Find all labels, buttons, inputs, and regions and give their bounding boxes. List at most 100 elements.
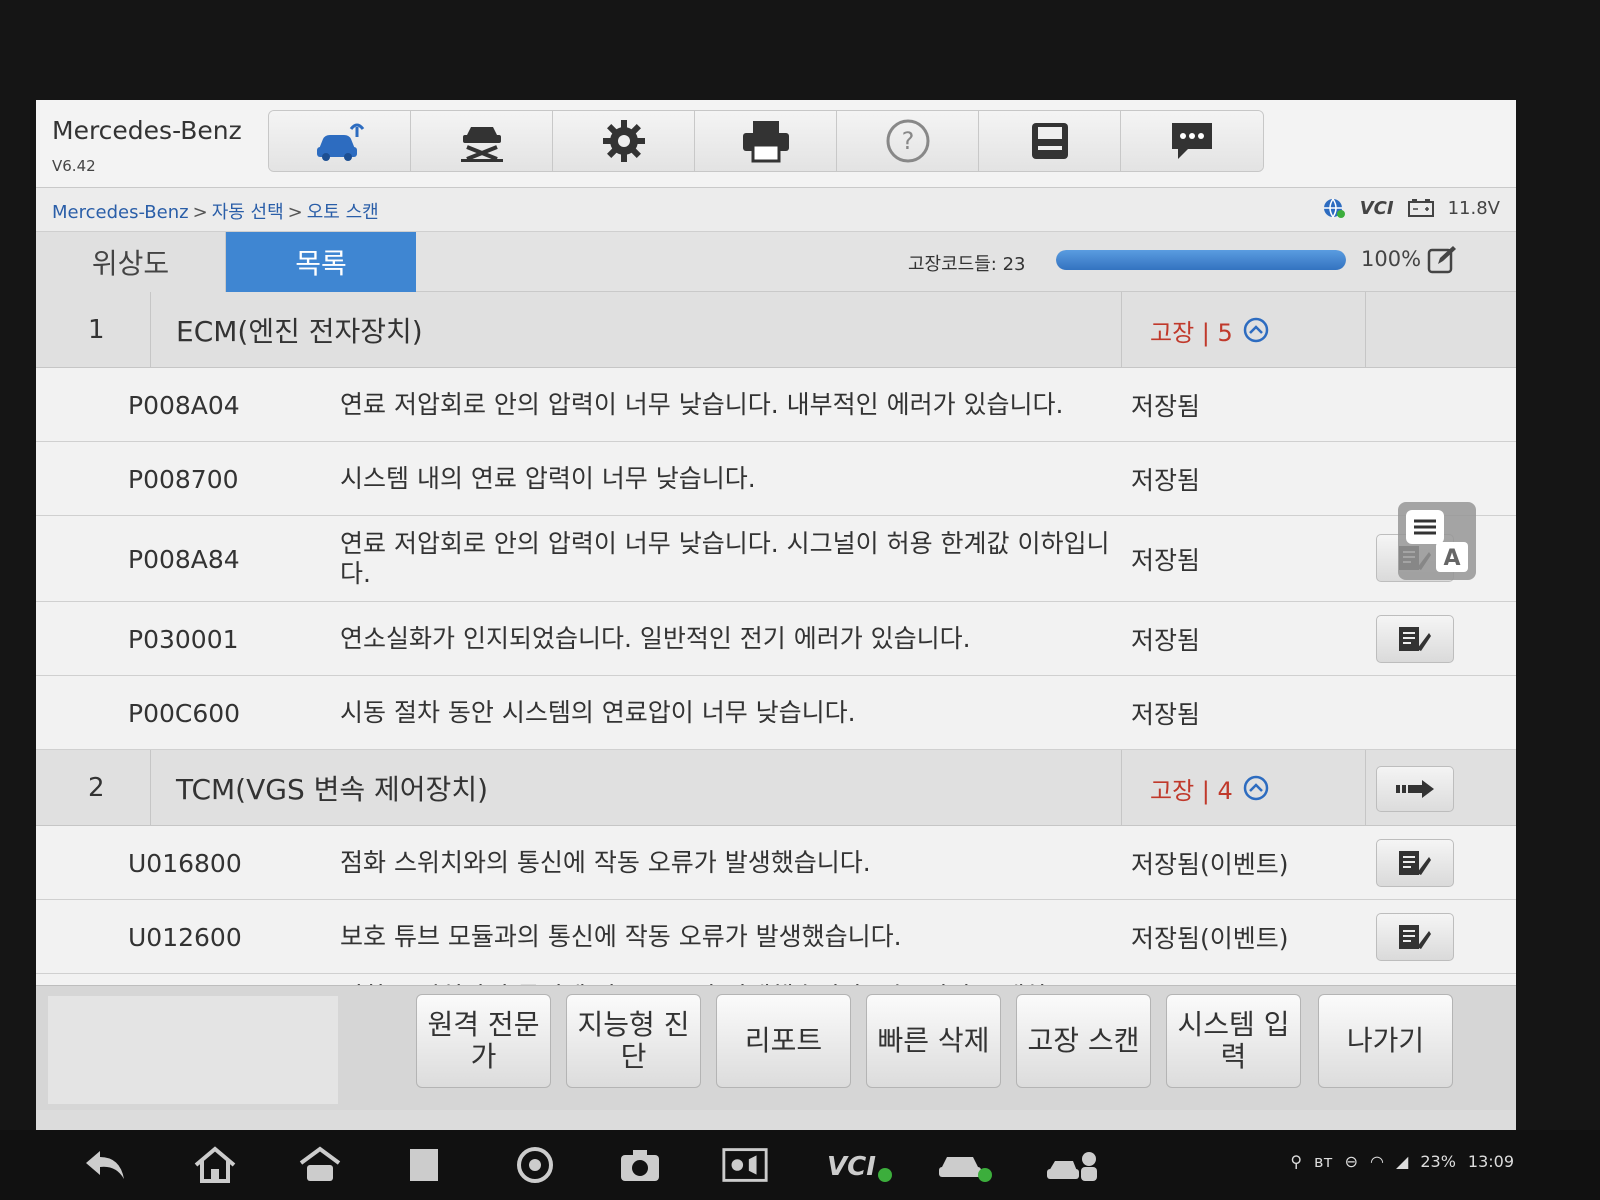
save-button[interactable] — [979, 111, 1121, 171]
scan-progress-bar — [1056, 250, 1346, 270]
dtc-code: P008700 — [128, 464, 239, 494]
battery-percent: 23% — [1420, 1152, 1456, 1171]
dtc-code: P030001 — [128, 624, 239, 654]
battery-icon — [1407, 199, 1434, 217]
dtc-row[interactable]: P00C600 시동 절차 동안 시스템의 연료압이 너무 낮습니다. 저장됨 — [36, 676, 1516, 750]
connection-status: VCI 11.8V — [1322, 196, 1500, 220]
system-fault-count: 고장 | 4 — [1150, 776, 1233, 805]
chevron-up-icon — [1243, 775, 1269, 801]
dtc-count: 고장코드들: 23 — [908, 254, 1026, 275]
dtc-row[interactable]: P008A04 연료 저압회로 안의 압력이 너무 낮습니다. 내부적인 에러가… — [36, 368, 1516, 442]
brand-title: Mercedes-Benz — [52, 116, 242, 145]
edit-icon[interactable] — [1426, 244, 1458, 276]
exit-button[interactable]: 나가기 — [1318, 994, 1453, 1088]
dtc-row[interactable]: 점화 스위치와의 통신에 작동 오류가 발생했습니다. 시그널이 중재차 — [36, 974, 1516, 985]
app-header: Mercedes-Benz V6.42 ? — [36, 100, 1516, 188]
back-icon[interactable] — [80, 1142, 130, 1188]
gear-icon — [602, 120, 645, 162]
settings-button[interactable] — [553, 111, 695, 171]
system-fault-toggle[interactable]: 고장 | 5 — [1121, 292, 1366, 368]
location-icon: ⚲ — [1290, 1152, 1303, 1171]
system-number: 2 — [36, 750, 151, 826]
dtc-code: U012600 — [128, 922, 242, 952]
android-nav-bar: VCI ⚲ ʙᴛ ⊖ ◠ ◢ 23% 13:09 — [0, 1130, 1600, 1200]
intelligent-diagnosis-button[interactable]: 지능형 진단 — [566, 994, 701, 1088]
view-tabs: 위상도 목록 고장코드들: 23 100% — [36, 232, 1516, 292]
save-icon — [1031, 123, 1068, 159]
breadcrumb-item-brand[interactable]: Mercedes-Benz — [52, 202, 189, 223]
vci-label: VCI — [1359, 197, 1394, 219]
tab-topology[interactable]: 위상도 — [36, 232, 226, 292]
chat-button[interactable] — [1121, 111, 1263, 171]
report-button[interactable]: 리포트 — [716, 994, 851, 1088]
dtc-row[interactable]: P030001 연소실화가 인지되었습니다. 일반적인 전기 에러가 있습니다.… — [36, 602, 1516, 676]
chevron-up-icon — [1243, 317, 1269, 343]
breadcrumb-item-auto-select[interactable]: 자동 선택 — [212, 202, 284, 223]
scan-progress-percent: 100% — [1361, 247, 1422, 271]
browser-icon[interactable] — [510, 1142, 560, 1188]
system-row-ecm[interactable]: 1 ECM(엔진 전자장치) 고장 | 5 — [36, 292, 1516, 368]
dtc-code: U016800 — [128, 848, 242, 878]
app-version: V6.42 — [52, 157, 96, 175]
dtc-status: 저장됨(이벤트) — [1131, 850, 1289, 879]
dtc-repair-info-button[interactable] — [1376, 615, 1454, 663]
dtc-row[interactable]: U012600 보호 튜브 모듈과의 통신에 작동 오류가 발생했습니다. 저장… — [36, 900, 1516, 974]
dtc-description: 연료 저압회로 안의 압력이 너무 낮습니다. 내부적인 에러가 있습니다. — [340, 390, 1064, 419]
dtc-row[interactable]: P008700 시스템 내의 연료 압력이 너무 낮습니다. 저장됨 — [36, 442, 1516, 516]
dtc-repair-info-button[interactable] — [1376, 913, 1454, 961]
dtc-code: P008A84 — [128, 544, 240, 574]
repair-note-icon — [1399, 851, 1431, 875]
repair-note-icon — [1399, 627, 1431, 651]
quick-erase-button[interactable]: 빠른 삭제 — [866, 994, 1001, 1088]
dtc-code: P00C600 — [128, 698, 241, 728]
print-button[interactable] — [695, 111, 837, 171]
help-icon: ? — [886, 119, 929, 163]
dtc-repair-info-button[interactable] — [1376, 839, 1454, 887]
camera-icon[interactable] — [615, 1142, 665, 1188]
dtc-status: 저장됨(이벤트) — [1131, 924, 1289, 953]
svg-text:?: ? — [901, 127, 914, 155]
svg-text:A: A — [1443, 546, 1460, 571]
remote-car-button[interactable] — [269, 111, 411, 171]
tab-list[interactable]: 목록 — [226, 232, 416, 292]
breadcrumb-separator: > — [192, 202, 208, 223]
system-input-button[interactable]: 시스템 입력 — [1166, 994, 1301, 1088]
android-home-icon[interactable] — [295, 1142, 345, 1188]
dtc-status: 저장됨 — [1131, 466, 1201, 495]
remote-support-icon[interactable] — [1045, 1142, 1105, 1188]
dtc-status: 저장됨 — [1131, 626, 1201, 655]
blank-panel — [48, 996, 338, 1104]
breadcrumb: Mercedes-Benz > 자동 선택 > 오토 스캔 — [52, 198, 379, 224]
dtc-status: 저장됨 — [1131, 392, 1201, 421]
breadcrumb-bar: Mercedes-Benz > 자동 선택 > 오토 스캔 VCI 11.8V — [36, 188, 1516, 232]
dtc-status: 저장됨 — [1131, 546, 1201, 575]
system-enter-button[interactable] — [1376, 766, 1454, 812]
vehicle-status-icon[interactable] — [935, 1142, 995, 1188]
fault-scan-button[interactable]: 고장 스캔 — [1016, 994, 1151, 1088]
toolbar: ? — [268, 110, 1264, 172]
car-lift-button[interactable] — [411, 111, 553, 171]
system-name: TCM(VGS 변속 제어장치) — [176, 773, 489, 806]
arrow-right-icon — [1396, 780, 1434, 798]
bluetooth-icon: ʙᴛ — [1314, 1152, 1333, 1171]
recent-apps-icon[interactable] — [400, 1142, 450, 1188]
remote-car-icon — [316, 123, 364, 161]
brightness-volume-icon[interactable] — [720, 1142, 770, 1188]
app-screen: Mercedes-Benz V6.42 ? Mercedes-Benz > 자동… — [36, 100, 1516, 1130]
system-fault-toggle[interactable]: 고장 | 4 — [1121, 750, 1366, 826]
tablet-bezel: Mercedes-Benz V6.42 ? Mercedes-Benz > 자동… — [0, 0, 1600, 1200]
remote-expert-button[interactable]: 원격 전문가 — [416, 994, 551, 1088]
dtc-row[interactable]: U016800 점화 스위치와의 통신에 작동 오류가 발생했습니다. 저장됨(… — [36, 826, 1516, 900]
translate-button[interactable]: A — [1398, 502, 1476, 580]
bottom-action-bar: 원격 전문가 지능형 진단 리포트 빠른 삭제 고장 스캔 시스템 입력 나가기 — [36, 985, 1516, 1110]
dtc-row[interactable]: P008A84 연료 저압회로 안의 압력이 너무 낮습니다. 시그널이 허용 … — [36, 516, 1516, 602]
vci-status-icon[interactable]: VCI — [825, 1142, 895, 1188]
dtc-description: 시동 절차 동안 시스템의 연료압이 너무 낮습니다. — [340, 698, 856, 727]
home-icon[interactable] — [190, 1142, 240, 1188]
system-row-tcm[interactable]: 2 TCM(VGS 변속 제어장치) 고장 | 4 — [36, 750, 1516, 826]
dtc-status: 저장됨 — [1131, 700, 1201, 729]
car-lift-icon — [460, 127, 503, 162]
help-button[interactable]: ? — [837, 111, 979, 171]
globe-icon — [1323, 198, 1345, 219]
dtc-code: P008A04 — [128, 390, 240, 420]
